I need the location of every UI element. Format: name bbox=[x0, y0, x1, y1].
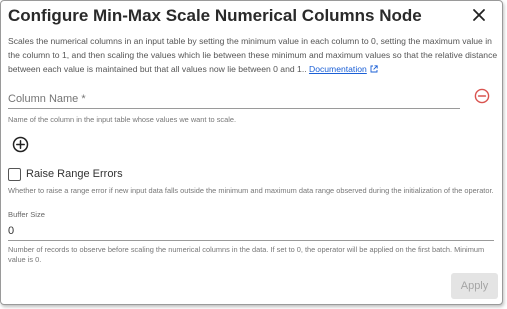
dialog-title: Configure Min-Max Scale Numerical Column… bbox=[8, 6, 422, 25]
apply-button[interactable]: Apply bbox=[451, 273, 498, 299]
add-circle-icon[interactable] bbox=[12, 136, 29, 153]
documentation-link-label: Documentation bbox=[308, 64, 367, 74]
buffer-size-label: Buffer Size bbox=[8, 210, 46, 219]
remove-circle-icon[interactable] bbox=[474, 88, 490, 104]
raise-range-errors-help: Whether to raise a range error if new in… bbox=[8, 186, 494, 195]
buffer-size-help: Number of records to observe before scal… bbox=[8, 245, 485, 264]
column-name-input[interactable] bbox=[8, 90, 460, 109]
node-description: Scales the numerical columns in an input… bbox=[8, 34, 498, 76]
close-icon[interactable] bbox=[470, 6, 488, 24]
raise-range-errors-checkbox[interactable] bbox=[8, 168, 21, 181]
external-link-icon bbox=[370, 65, 378, 73]
buffer-size-input[interactable] bbox=[8, 222, 494, 241]
column-name-help: Name of the column in the input table wh… bbox=[8, 115, 237, 124]
description-text: Scales the numerical columns in an input… bbox=[8, 36, 498, 74]
configure-node-dialog: Configure Min-Max Scale Numerical Column… bbox=[0, 0, 503, 305]
documentation-link[interactable]: Documentation bbox=[309, 64, 378, 74]
raise-range-errors-label[interactable]: Raise Range Errors bbox=[26, 168, 123, 180]
